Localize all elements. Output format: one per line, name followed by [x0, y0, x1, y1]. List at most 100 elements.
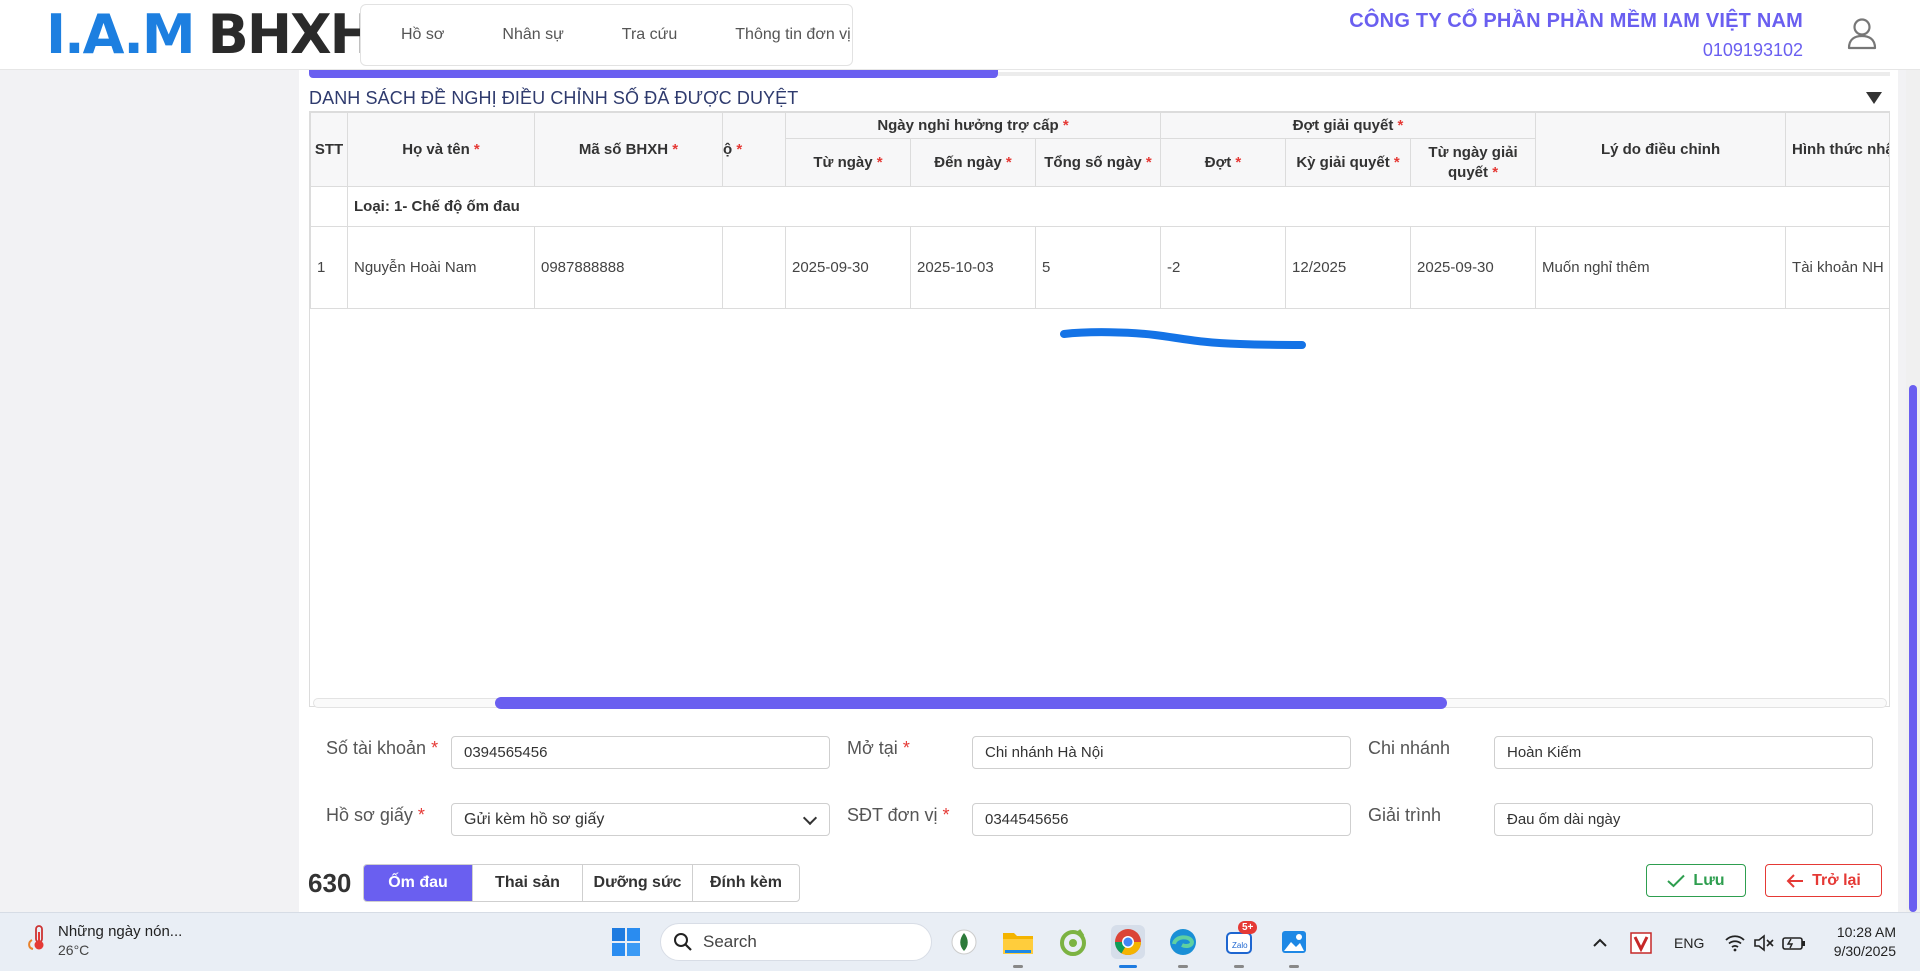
col-header-payment[interactable]: Hình thức nhậ	[1785, 112, 1889, 187]
regime-tabs: Ốm đau Thai sản Dưỡng sức Đính kèm	[363, 864, 800, 902]
col-group-leave: Ngày nghỉ hưởng trợ cấp *	[784, 112, 1162, 139]
user-icon[interactable]	[1846, 16, 1878, 50]
company-info: CÔNG TY CỔ PHẦN PHẦN MỀM IAM VIỆT NAM 01…	[1349, 10, 1803, 61]
cell-total[interactable]: 5	[1034, 226, 1162, 309]
col-header-batch[interactable]: Đợt *	[1160, 138, 1287, 187]
opened-at-field[interactable]: Chi nhánh Hà Nội	[972, 736, 1351, 769]
col-header-from-resolve[interactable]: Từ ngày giải quyết *	[1410, 138, 1537, 187]
cell-period[interactable]: 12/2025	[1285, 226, 1412, 309]
weather-temp: 26°C	[58, 942, 90, 958]
nav-item-ho-so[interactable]: Hồ sơ	[401, 26, 444, 44]
running-indicator	[1234, 965, 1244, 968]
taskbar-clock[interactable]: 10:28 AM 9/30/2025	[1834, 923, 1896, 961]
volume-mute-icon[interactable]	[1753, 913, 1775, 971]
col-header-bhxh[interactable]: Mã số BHXH *	[534, 112, 723, 187]
cell-bhxh[interactable]: 0987888888	[534, 226, 723, 309]
zalo-badge: 5+	[1238, 921, 1258, 934]
cell-name[interactable]: Nguyễn Hoài Nam	[347, 226, 535, 309]
pen-annotation-stroke	[1060, 328, 1306, 349]
tab-om-dau[interactable]: Ốm đau	[364, 865, 473, 901]
top-scroll-thumb[interactable]	[309, 70, 998, 78]
explain-label: Giải trình	[1368, 805, 1442, 825]
nav-item-thong-tin-don-vi[interactable]: Thông tin đơn vị	[735, 26, 850, 44]
edge-icon[interactable]	[1166, 925, 1200, 959]
col-header-to[interactable]: Đến ngày *	[910, 138, 1036, 187]
logo-bhxh: BHXH	[207, 2, 375, 66]
tab-thai-san[interactable]: Thai sản	[473, 865, 583, 901]
battery-icon[interactable]	[1782, 913, 1806, 971]
page-vscroll-thumb[interactable]	[1909, 385, 1917, 912]
collapse-triangle-icon[interactable]	[1866, 92, 1882, 104]
account-field[interactable]: 0394565456	[451, 736, 830, 769]
cell-batch[interactable]: -2	[1160, 226, 1287, 309]
paper-select-value: Gửi kèm hồ sơ giấy	[464, 810, 605, 828]
windows-taskbar: Những ngày nón... 26°C Search Zalo 5+ EN…	[0, 912, 1920, 971]
cell-stt: 1	[310, 226, 348, 309]
cell-payment[interactable]: Tài khoản NH	[1785, 226, 1889, 309]
cell-from[interactable]: 2025-09-30	[785, 226, 911, 309]
shield-leaf-app-icon[interactable]	[947, 925, 981, 959]
language-indicator[interactable]: ENG	[1674, 913, 1704, 971]
phone-label: SĐT đơn vị *	[847, 805, 950, 825]
top-scroll-track	[998, 72, 1890, 76]
weather-widget[interactable]: Những ngày nón... 26°C	[26, 922, 182, 960]
svg-text:Zalo: Zalo	[1232, 941, 1248, 950]
company-code: 0109193102	[1702, 40, 1803, 60]
zalo-icon[interactable]: Zalo 5+	[1222, 921, 1258, 959]
tray-overflow-icon[interactable]	[1592, 913, 1608, 971]
save-button-label: Lưu	[1693, 871, 1725, 889]
photos-app-icon[interactable]	[1277, 925, 1311, 959]
cell-regime[interactable]	[722, 226, 786, 309]
search-placeholder: Search	[703, 932, 757, 951]
col-header-reason[interactable]: Lý do điều chỉnh	[1535, 112, 1787, 187]
section-title: DANH SÁCH ĐỀ NGHỊ ĐIỀU CHỈNH SỐ ĐÃ ĐƯỢC …	[309, 88, 799, 108]
tab-dinh-kem[interactable]: Đính kèm	[693, 865, 799, 901]
wifi-icon[interactable]	[1724, 913, 1746, 971]
account-label: Số tài khoản *	[326, 738, 439, 758]
running-indicator	[1178, 965, 1188, 968]
col-header-period[interactable]: Kỳ giải quyết *	[1285, 138, 1412, 187]
col-group-batch: Đợt giải quyết *	[1160, 112, 1537, 139]
clock-time: 10:28 AM	[1836, 924, 1896, 940]
app-header: I.A.M BHXH Hồ sơ Nhân sự Tra cứu Thông t…	[0, 0, 1920, 70]
tab-duong-suc[interactable]: Dưỡng sức	[583, 865, 693, 901]
table-row[interactable]: 1 Nguyễn Hoài Nam 0987888888 2025-09-30 …	[310, 226, 1889, 309]
col-header-regime[interactable]: ộ *	[722, 112, 786, 187]
nav-item-nhan-su[interactable]: Nhân sự	[502, 26, 563, 44]
back-button[interactable]: Trở lại	[1765, 864, 1882, 897]
cell-reason[interactable]: Muốn nghỉ thêm	[1535, 226, 1787, 309]
search-icon	[674, 933, 692, 951]
paper-select[interactable]: Gửi kèm hồ sơ giấy	[451, 803, 830, 836]
col-header-from[interactable]: Từ ngày *	[785, 138, 911, 187]
adjustment-table: STT Họ và tên * Mã số BHXH * ộ * Ngày ng…	[309, 111, 1890, 707]
main-nav: Hồ sơ Nhân sự Tra cứu Thông tin đơn vị	[360, 4, 853, 66]
chrome-icon[interactable]	[1111, 925, 1145, 959]
running-indicator	[1013, 965, 1023, 968]
col-header-total[interactable]: Tổng số ngày *	[1034, 138, 1162, 187]
paper-label: Hồ sơ giấy *	[326, 805, 425, 825]
cell-to[interactable]: 2025-10-03	[910, 226, 1036, 309]
company-name: CÔNG TY CỔ PHẦN PHẦN MỀM IAM VIỆT NAM	[1349, 10, 1803, 32]
cell-from-resolve[interactable]: 2025-09-30	[1410, 226, 1537, 309]
taskbar-search[interactable]: Search	[660, 923, 932, 961]
table-hscroll-thumb[interactable]	[495, 697, 1447, 709]
chevron-down-icon	[802, 810, 818, 826]
save-button[interactable]: Lưu	[1646, 864, 1746, 897]
app-logo[interactable]: I.A.M BHXH	[46, 3, 375, 66]
antivirus-tray-icon[interactable]	[1630, 913, 1652, 971]
explain-field[interactable]: Đau ốm dài ngày	[1494, 803, 1873, 836]
branch-field[interactable]: Hoàn Kiếm	[1494, 736, 1873, 769]
logo-iam: I.A.M	[46, 2, 196, 66]
windows-start-icon[interactable]	[609, 925, 643, 959]
green-app-icon[interactable]	[1056, 925, 1090, 959]
clock-date: 9/30/2025	[1833, 943, 1896, 959]
arrow-left-icon	[1786, 873, 1804, 888]
check-icon	[1667, 874, 1686, 887]
col-header-name[interactable]: Họ và tên *	[347, 112, 535, 187]
col-header-stt: STT	[310, 112, 348, 187]
nav-item-tra-cuu[interactable]: Tra cứu	[622, 26, 677, 44]
running-indicator	[1289, 965, 1299, 968]
group-label: Loại: 1- Chế độ ốm đau	[346, 186, 1889, 227]
phone-field[interactable]: 0344545656	[972, 803, 1351, 836]
file-explorer-icon[interactable]	[1001, 925, 1035, 959]
